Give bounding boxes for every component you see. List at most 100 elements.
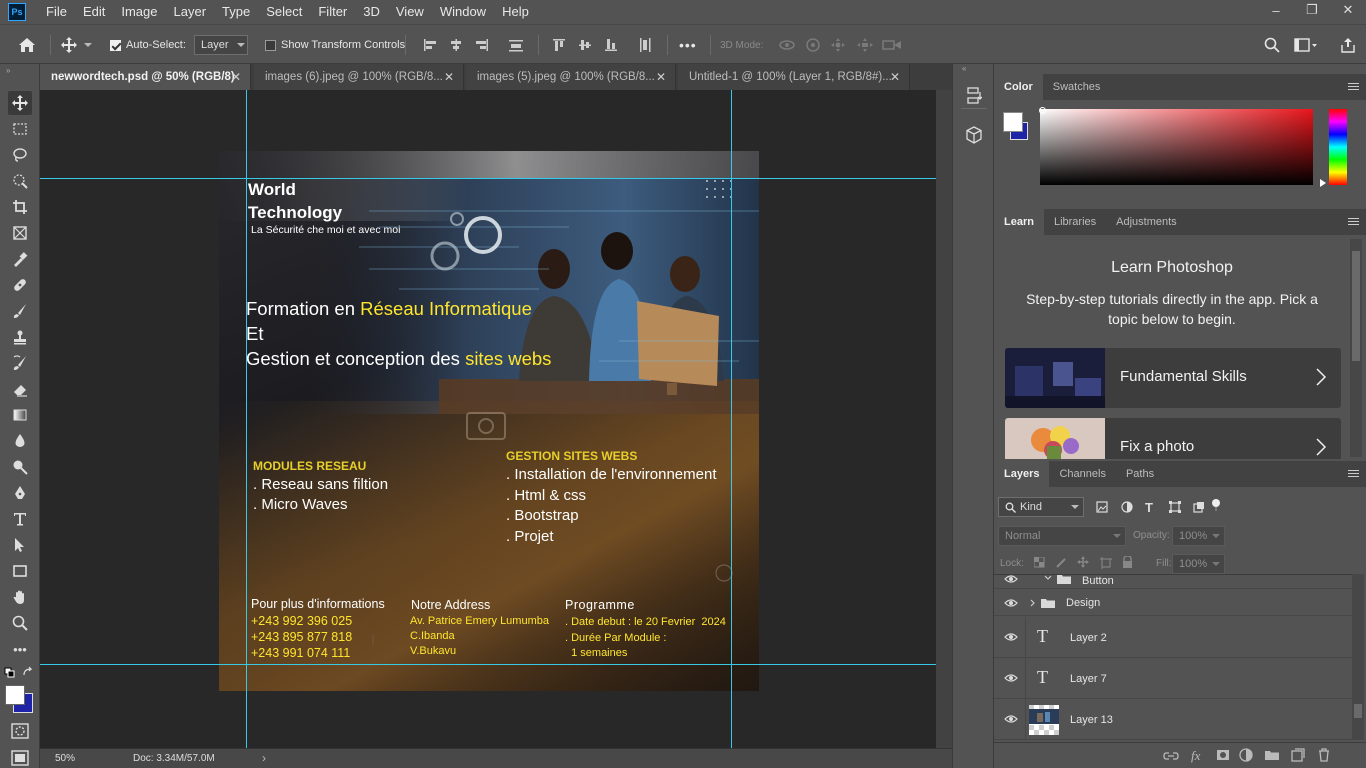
menu-filter[interactable]: Filter xyxy=(310,0,355,24)
screen-mode-icon[interactable] xyxy=(11,750,29,766)
tab-adjustments[interactable]: Adjustments xyxy=(1106,209,1187,235)
chevron-down-icon[interactable] xyxy=(1044,574,1052,582)
close-icon[interactable]: ✕ xyxy=(890,70,900,84)
brush-tool-icon[interactable] xyxy=(8,299,32,323)
layer-filter-dropdown[interactable]: Kind xyxy=(998,497,1084,517)
3d-orbit-icon[interactable] xyxy=(778,25,796,65)
eye-icon[interactable] xyxy=(1004,574,1018,584)
restore-button[interactable]: ❐ xyxy=(1294,0,1330,20)
tab-swatches[interactable]: Swatches xyxy=(1043,74,1111,100)
path-selection-tool-icon[interactable] xyxy=(8,533,32,557)
eye-icon[interactable] xyxy=(1004,632,1018,642)
scrollbar-thumb[interactable] xyxy=(1352,251,1360,361)
menu-select[interactable]: Select xyxy=(258,0,310,24)
align-middle-icon[interactable] xyxy=(577,25,593,65)
crop-tool-icon[interactable] xyxy=(8,195,32,219)
auto-select-checkbox[interactable]: Auto-Select: xyxy=(110,25,186,65)
scrollbar-thumb[interactable] xyxy=(1354,704,1362,718)
zoom-tool-icon[interactable] xyxy=(8,611,32,635)
color-picker-field[interactable] xyxy=(1040,109,1313,185)
more-options-button[interactable]: ••• xyxy=(679,25,697,65)
learn-card-fundamental-skills[interactable]: Fundamental Skills xyxy=(1005,348,1341,408)
adjustment-filter-icon[interactable] xyxy=(1121,501,1133,513)
quick-selection-tool-icon[interactable] xyxy=(8,169,32,193)
more-tools-icon[interactable]: ••• xyxy=(8,637,32,661)
tab-paths[interactable]: Paths xyxy=(1116,461,1164,487)
opacity-input[interactable]: 100% xyxy=(1172,526,1225,546)
panel-menu-icon[interactable] xyxy=(1348,83,1359,92)
link-layers-icon[interactable] xyxy=(1163,750,1179,762)
swap-colors-icon[interactable] xyxy=(22,666,34,678)
close-icon[interactable]: ✕ xyxy=(656,70,666,84)
chevron-right-icon[interactable] xyxy=(1029,599,1037,607)
menu-edit[interactable]: Edit xyxy=(75,0,113,24)
panel-menu-icon[interactable] xyxy=(1348,470,1359,479)
share-icon[interactable] xyxy=(1340,25,1356,65)
3d-scale-icon[interactable] xyxy=(882,25,902,65)
eye-icon[interactable] xyxy=(1004,714,1018,724)
new-layer-icon[interactable] xyxy=(1291,748,1305,762)
panel-menu-icon[interactable] xyxy=(1348,218,1359,227)
move-tool-preset-icon[interactable] xyxy=(60,25,92,65)
chevron-right-icon[interactable]: › xyxy=(262,751,266,765)
layer-mask-icon[interactable] xyxy=(1216,749,1230,761)
quick-mask-icon[interactable] xyxy=(11,723,29,739)
menu-3d[interactable]: 3D xyxy=(355,0,388,24)
foreground-color-swatch[interactable] xyxy=(1003,112,1023,132)
vertical-guide[interactable] xyxy=(731,90,732,748)
marquee-tool-icon[interactable] xyxy=(8,117,32,141)
lock-artboard-icon[interactable] xyxy=(1100,557,1112,569)
layer-row-button[interactable]: Button xyxy=(994,574,1352,589)
lock-image-icon[interactable] xyxy=(1056,557,1067,568)
vertical-guide[interactable] xyxy=(246,90,247,748)
eraser-tool-icon[interactable] xyxy=(8,377,32,401)
tab-images-6[interactable]: images (6).jpeg @ 100% (RGB/8... ✕ xyxy=(254,64,464,90)
pixel-filter-icon[interactable] xyxy=(1096,501,1108,513)
eye-icon[interactable] xyxy=(1004,673,1018,683)
layer-style-icon[interactable]: fx xyxy=(1191,748,1200,764)
smart-object-filter-icon[interactable] xyxy=(1193,501,1205,513)
align-right-icon[interactable] xyxy=(474,25,490,65)
horizontal-guide[interactable] xyxy=(40,178,936,179)
history-panel-icon[interactable] xyxy=(966,86,982,106)
tab-untitled-1[interactable]: Untitled-1 @ 100% (Layer 1, RGB/8#)... ✕ xyxy=(678,64,910,90)
tab-libraries[interactable]: Libraries xyxy=(1044,209,1106,235)
tab-channels[interactable]: Channels xyxy=(1049,461,1115,487)
lasso-tool-icon[interactable] xyxy=(8,143,32,167)
search-icon[interactable] xyxy=(1264,25,1280,65)
eye-icon[interactable] xyxy=(1004,598,1018,608)
default-colors-icon[interactable] xyxy=(4,667,16,679)
3d-roll-icon[interactable] xyxy=(805,25,821,65)
history-brush-tool-icon[interactable] xyxy=(8,351,32,375)
workspace-icon[interactable] xyxy=(1294,25,1318,65)
collapse-icon[interactable]: » xyxy=(6,66,10,75)
tab-learn[interactable]: Learn xyxy=(994,209,1044,235)
tab-newwordtech[interactable]: newwordtech.psd @ 50% (RGB/8) ✕ xyxy=(40,64,251,90)
type-tool-icon[interactable] xyxy=(8,507,32,531)
eyedropper-tool-icon[interactable] xyxy=(8,247,32,271)
minimize-button[interactable]: – xyxy=(1258,0,1294,20)
type-filter-icon[interactable]: T xyxy=(1145,500,1153,515)
layer-row-layer-7[interactable]: T Layer 7 xyxy=(994,658,1352,699)
lock-transparent-icon[interactable] xyxy=(1034,557,1045,568)
document-canvas[interactable]: World Technology La Sécurité che moi et … xyxy=(219,151,759,691)
learn-card-fix-a-photo[interactable]: Fix a photo xyxy=(1005,418,1341,459)
blur-tool-icon[interactable] xyxy=(8,429,32,453)
color-picker-cursor[interactable] xyxy=(1039,107,1046,114)
3d-pan-icon[interactable] xyxy=(830,25,846,65)
hue-slider-marker[interactable] xyxy=(1320,179,1326,187)
gradient-tool-icon[interactable] xyxy=(8,403,32,427)
tab-color[interactable]: Color xyxy=(994,74,1043,100)
menu-image[interactable]: Image xyxy=(113,0,165,24)
clone-stamp-tool-icon[interactable] xyxy=(8,325,32,349)
lock-position-icon[interactable] xyxy=(1077,556,1089,568)
layers-scrollbar[interactable] xyxy=(1352,574,1364,740)
adjustment-layer-icon[interactable] xyxy=(1239,748,1253,762)
layer-row-design[interactable]: Design xyxy=(994,590,1352,616)
learn-panel-scrollbar[interactable] xyxy=(1350,239,1362,457)
fill-input[interactable]: 100% xyxy=(1172,554,1225,574)
frame-tool-icon[interactable] xyxy=(8,221,32,245)
hand-tool-icon[interactable] xyxy=(8,585,32,609)
layer-row-layer-13[interactable]: Layer 13 xyxy=(994,699,1352,740)
filter-toggle[interactable] xyxy=(1212,499,1220,511)
